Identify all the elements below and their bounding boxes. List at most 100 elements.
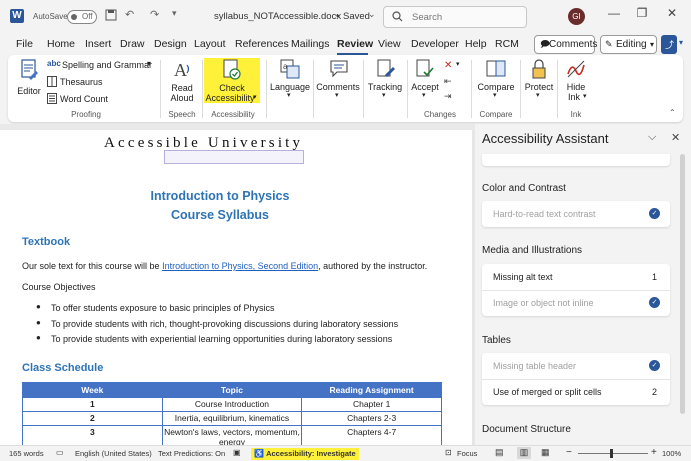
undo-icon[interactable]: ↶ xyxy=(125,8,134,21)
group-separator xyxy=(363,60,364,118)
word-app-icon: W xyxy=(10,9,24,23)
status-bar: 165 words ▭ English (United States) Text… xyxy=(0,445,691,461)
svg-text:a: a xyxy=(283,62,288,71)
chevron-down-icon: ▾ xyxy=(287,92,291,99)
accessibility-status[interactable]: ♿ Accessibility: Investigate xyxy=(251,448,359,460)
qat-more-icon[interactable]: ▾ xyxy=(172,8,177,19)
save-icon[interactable] xyxy=(105,9,117,21)
zoom-slider[interactable] xyxy=(578,449,648,458)
spelling-label: Spelling and Grammar xyxy=(62,60,153,70)
list-item[interactable]: Use of merged or split cells 2 xyxy=(482,379,670,405)
tab-references[interactable]: References xyxy=(235,38,289,50)
accept-button[interactable]: Accept ▾ xyxy=(410,58,440,104)
redo-icon[interactable]: ↷ xyxy=(150,8,159,21)
language-button[interactable]: a Language ▾ xyxy=(270,58,310,104)
close-icon[interactable]: ✕ xyxy=(660,6,684,20)
textbook-link[interactable]: Introduction to Physics, Second Edition xyxy=(162,261,318,271)
hide-ink-button[interactable]: Hide Ink ▾ xyxy=(560,58,592,104)
next-change-icon[interactable]: ⇥ xyxy=(444,91,452,102)
tab-help[interactable]: Help xyxy=(465,38,487,50)
hide-ink-label-1: Hide xyxy=(566,82,586,92)
avatar[interactable]: GI xyxy=(568,8,585,25)
editing-button[interactable]: ✎ Editing ▾ xyxy=(600,35,657,54)
chevron-down-icon: ▾ xyxy=(335,92,339,99)
share-dropdown-icon[interactable]: ▾ xyxy=(679,38,683,47)
tab-review[interactable]: Review xyxy=(337,38,373,50)
zoom-in-icon[interactable]: + xyxy=(651,447,657,458)
list-item[interactable]: Hard-to-read text contrast ✓ xyxy=(482,201,670,227)
zoom-level[interactable]: 100% xyxy=(662,449,681,458)
compare-button[interactable]: Compare ▾ xyxy=(474,58,518,104)
chevron-down-icon: ▾ xyxy=(583,93,587,100)
search-input[interactable]: Search xyxy=(383,6,527,28)
pane-collapse-icon[interactable]: ⌵ xyxy=(648,131,656,144)
tab-file[interactable]: File xyxy=(16,38,33,50)
text-predictions-status[interactable]: Text Predictions: On xyxy=(158,449,225,458)
comments-button-label: Comments xyxy=(549,39,598,50)
previous-change-icon[interactable]: ⇤ xyxy=(444,76,452,87)
list-item[interactable]: Image or object not inline ✓ xyxy=(482,290,670,316)
collapse-ribbon-icon[interactable]: ⌃ xyxy=(669,108,676,117)
tab-insert[interactable]: Insert xyxy=(85,38,111,50)
zoom-out-icon[interactable]: − xyxy=(566,447,572,458)
card-media: Missing alt text 1 Image or object not i… xyxy=(482,264,670,316)
read-aloud-label-1: Read xyxy=(171,83,193,93)
tab-developer[interactable]: Developer xyxy=(411,38,459,50)
pane-scrollbar[interactable] xyxy=(680,154,685,414)
share-button[interactable]: ⤴ xyxy=(661,35,677,54)
tab-rcm[interactable]: RCM xyxy=(495,38,519,50)
tab-home[interactable]: Home xyxy=(47,38,75,50)
editor-label: Editor xyxy=(17,86,41,96)
comments-ribbon-button[interactable]: Comments ▾ xyxy=(316,58,360,104)
spelling-grammar-button[interactable]: abc Spelling and Grammar ▾ xyxy=(47,59,157,72)
editor-button[interactable]: Editor xyxy=(14,58,44,106)
restore-icon[interactable]: ❐ xyxy=(630,6,654,20)
accept-icon xyxy=(415,59,435,79)
group-label-compare: Compare xyxy=(479,110,513,119)
section-heading-color: Color and Contrast xyxy=(482,183,566,194)
share-icon: ⤴ xyxy=(665,40,675,50)
language-status[interactable]: English (United States) xyxy=(75,449,152,458)
saved-chevron-icon[interactable]: ⌄ xyxy=(368,9,376,20)
item-label: Hard-to-read text contrast xyxy=(493,209,596,219)
proofing-status-icon[interactable]: ▭ xyxy=(56,448,64,457)
tab-view[interactable]: View xyxy=(378,38,401,50)
tab-draw[interactable]: Draw xyxy=(120,38,145,50)
chevron-down-icon: ▾ xyxy=(493,92,497,99)
read-aloud-button[interactable]: A Read Aloud xyxy=(166,58,198,106)
tab-mailings[interactable]: Mailings xyxy=(291,38,330,50)
tab-design[interactable]: Design xyxy=(154,38,187,50)
accessibility-status-label: Accessibility: Investigate xyxy=(266,449,356,458)
check-accessibility-button[interactable]: Check Accessibility ▾ xyxy=(205,58,259,104)
web-layout-icon[interactable]: ▦ xyxy=(541,447,550,458)
minimize-icon[interactable]: — xyxy=(602,6,626,20)
group-label-accessibility: Accessibility xyxy=(211,110,255,119)
list-item[interactable]: Missing table header ✓ xyxy=(482,353,670,379)
comments-button[interactable]: 🗩 Comments xyxy=(534,35,598,54)
print-layout-icon[interactable]: ▥ xyxy=(517,447,531,459)
saved-dot: • xyxy=(336,11,340,22)
tracking-button[interactable]: Tracking ▾ xyxy=(366,58,404,104)
table-header-cell: Topic xyxy=(161,382,303,398)
zoom-slider-thumb[interactable] xyxy=(610,449,613,458)
pane-close-icon[interactable]: ✕ xyxy=(671,131,680,144)
table-cell: Chapter 1 xyxy=(301,397,442,412)
tab-layout[interactable]: Layout xyxy=(194,38,226,50)
textbook-text-pre: Our sole text for this course will be xyxy=(22,261,163,271)
chevron-down-icon[interactable]: ▾ xyxy=(456,60,460,68)
list-item[interactable]: Missing alt text 1 xyxy=(482,264,670,290)
reject-icon[interactable]: ✕ xyxy=(444,60,452,71)
hide-ink-icon xyxy=(566,59,586,79)
macro-icon[interactable]: ▣ xyxy=(233,448,241,457)
read-mode-icon[interactable]: ▤ xyxy=(495,447,504,458)
pane-title: Accessibility Assistant xyxy=(482,131,609,146)
focus-button[interactable]: Focus xyxy=(457,449,477,458)
checkmark-icon: ✓ xyxy=(649,297,660,308)
word-count-status[interactable]: 165 words xyxy=(9,449,44,458)
autosave-toggle[interactable]: Off xyxy=(67,10,97,24)
thesaurus-button[interactable]: Thesaurus xyxy=(47,76,117,89)
compare-icon xyxy=(486,59,506,79)
list-item: To offer students exposure to basic prin… xyxy=(36,302,274,313)
protect-button[interactable]: Protect ▾ xyxy=(523,58,555,104)
word-count-button[interactable]: Word Count xyxy=(47,93,117,106)
